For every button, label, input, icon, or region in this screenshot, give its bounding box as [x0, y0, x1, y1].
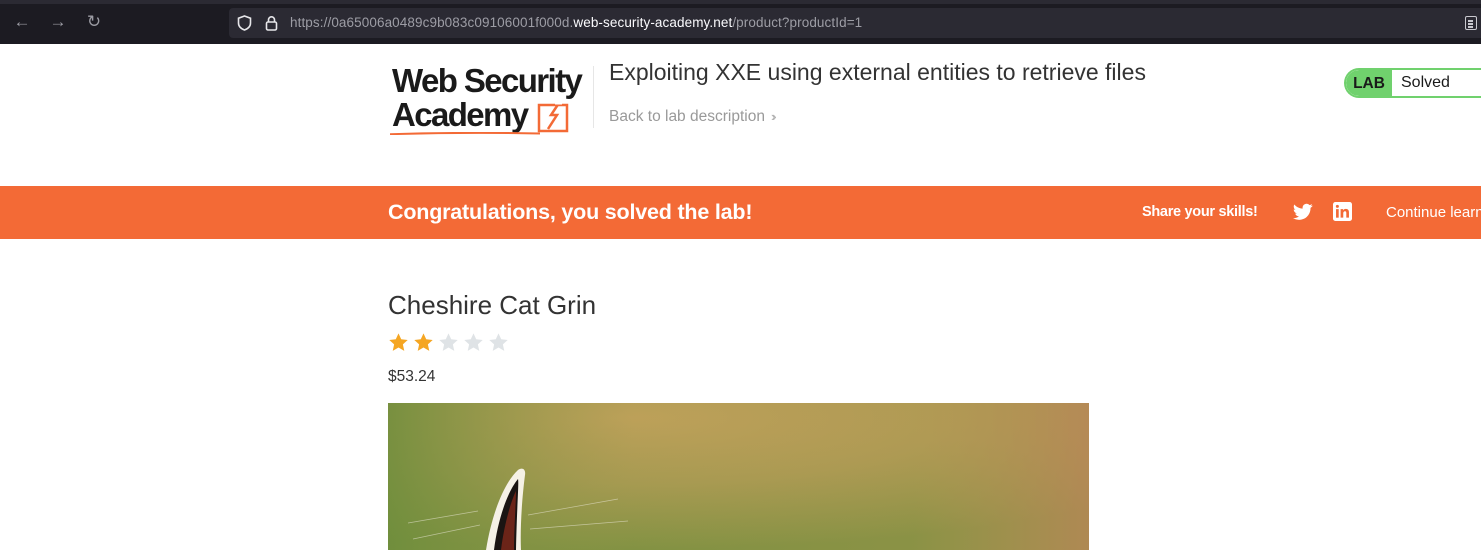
- reader-view-icon[interactable]: [1465, 16, 1477, 30]
- web-security-academy-logo[interactable]: Web Security Academy: [388, 64, 593, 138]
- back-arrow-icon[interactable]: ←: [12, 12, 32, 32]
- back-to-lab-description-link[interactable]: Back to lab description ››: [609, 108, 776, 126]
- logo-underline: [390, 132, 540, 135]
- tab-strip-edge: [0, 0, 1481, 4]
- twitter-icon[interactable]: [1293, 203, 1313, 221]
- browser-toolbar: ← → ↻ https://0a65006a0489c9b083c0910600…: [0, 0, 1481, 44]
- lab-status-tag: LAB: [1346, 70, 1392, 96]
- star-filled-icon: [389, 333, 408, 351]
- logo-line1: Web Security: [392, 62, 583, 99]
- header-divider: [593, 66, 594, 128]
- lab-status-text: Solved: [1401, 74, 1450, 91]
- shield-icon[interactable]: [237, 15, 252, 31]
- logo-bolt-icon: [537, 101, 569, 133]
- congratulations-message: Congratulations, you solved the lab!: [388, 200, 753, 224]
- logo-line2: Academy: [392, 96, 529, 133]
- url-path: /product?productId=1: [732, 15, 863, 30]
- lock-icon[interactable]: [265, 15, 278, 31]
- reload-icon[interactable]: ↻: [84, 12, 104, 32]
- star-empty-icon: [489, 333, 508, 351]
- url-text[interactable]: https://0a65006a0489c9b083c09106001f000d…: [290, 15, 862, 30]
- back-link-label: Back to lab description: [609, 108, 765, 125]
- star-empty-icon: [439, 333, 458, 351]
- url-domain: web-security-academy.net: [573, 15, 733, 30]
- forward-arrow-icon[interactable]: →: [48, 12, 68, 32]
- double-chevron-right-icon: ››: [770, 109, 776, 124]
- star-filled-icon: [414, 333, 433, 351]
- lab-status-badge: LAB Solved: [1344, 68, 1481, 98]
- share-label: Share your skills!: [1142, 204, 1258, 220]
- continue-learning-link[interactable]: Continue learning: [1386, 204, 1481, 221]
- url-prefix: https://0a65006a0489c9b083c09106001f000d…: [290, 15, 574, 30]
- product-title: Cheshire Cat Grin: [388, 290, 597, 320]
- product-price: $53.24: [388, 368, 436, 385]
- lab-title: Exploiting XXE using external entities t…: [609, 59, 1146, 85]
- star-empty-icon: [464, 333, 483, 351]
- solved-banner: Congratulations, you solved the lab! Sha…: [0, 186, 1481, 239]
- linkedin-icon[interactable]: [1333, 202, 1352, 221]
- address-bar[interactable]: https://0a65006a0489c9b083c09106001f000d…: [229, 8, 1481, 38]
- product-image: [388, 403, 1089, 550]
